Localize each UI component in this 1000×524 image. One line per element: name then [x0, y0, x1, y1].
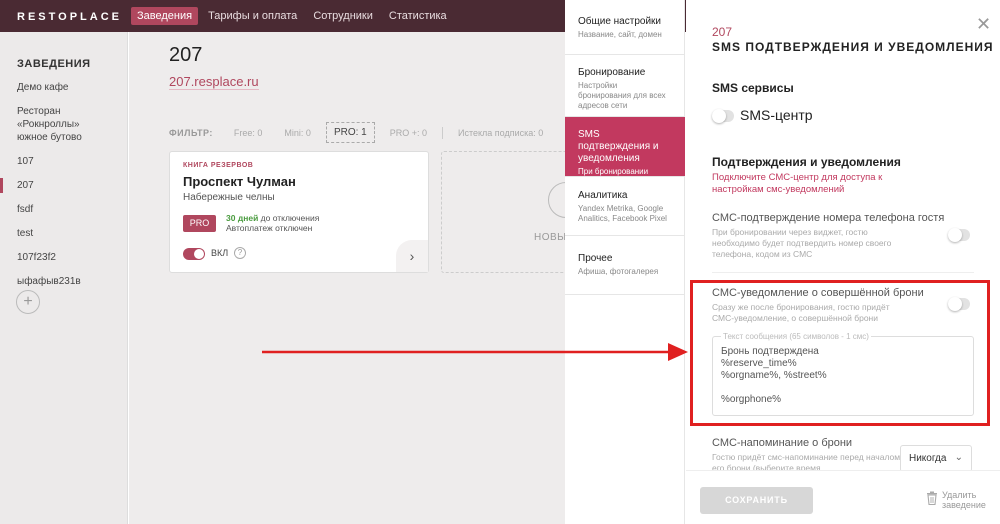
filter-pro[interactable]: PRO: 1	[325, 122, 375, 143]
card-kicker: КНИГА РЕЗЕРВОВ	[183, 162, 254, 169]
sidebar-item-venue[interactable]: 107f23f2	[17, 251, 127, 264]
nav-item-billing[interactable]: Тарифы и оплата	[202, 7, 303, 25]
filter-bar: ФИЛЬТР: Free: 0 Mini: 0 PRO: 1 PRO +: 0 …	[169, 122, 600, 143]
menu-item-sms[interactable]: SMS подтверждения и уведомления При брон…	[565, 117, 685, 177]
menu-item-subtitle: Yandex Metrika, Google Analitics, Facebo…	[578, 204, 667, 223]
autopay-status: Автоплатеж отключен	[226, 223, 313, 233]
app-logo[interactable]: RESTOPLACE	[17, 11, 122, 23]
days-left-text: 30 дней до отключения	[226, 213, 319, 223]
option-booking-notification-desc: Сразу же после бронирования, гостю придё…	[712, 302, 890, 323]
sidebar-item-venue[interactable]: fsdf	[17, 203, 127, 216]
add-new-card[interactable]: НОВЫ	[441, 151, 584, 273]
phone-confirmation-toggle[interactable]	[948, 228, 970, 242]
main-nav: Заведения Тарифы и оплата Сотрудники Ста…	[131, 7, 457, 25]
add-venue-button[interactable]: +	[16, 290, 40, 314]
sidebar-item-venue[interactable]: Демо кафе	[17, 81, 127, 94]
venue-site-link[interactable]: 207.resplace.ru	[169, 74, 259, 90]
confirmations-heading: Подтверждения и уведомления	[712, 155, 901, 169]
option-booking-notification-title: СМС-уведомление о совершённой брони	[712, 287, 924, 299]
menu-item-title: Бронирование	[578, 67, 646, 78]
message-field-legend: Текст сообщения (65 символов - 1 смс)	[721, 332, 871, 341]
chevron-down-icon: ⌄	[954, 452, 963, 463]
message-text-field[interactable]: Текст сообщения (65 символов - 1 смс) Бр…	[712, 332, 974, 416]
sidebar-heading: ЗАВЕДЕНИЯ	[17, 58, 91, 70]
venue-card[interactable]: КНИГА РЕЗЕРВОВ Проспект Чулман Набережны…	[169, 151, 429, 273]
booking-notification-toggle[interactable]	[948, 297, 970, 311]
panel-footer: СОХРАНИТЬ Удалить заведение	[686, 470, 1000, 524]
venue-main-area: 207 207.resplace.ru ФИЛЬТР: Free: 0 Mini…	[129, 32, 585, 524]
card-subtitle: Набережные челны	[183, 192, 275, 203]
filter-label: ФИЛЬТР:	[169, 127, 213, 138]
menu-item-booking[interactable]: Бронирование Настройки бронирования для …	[565, 55, 685, 117]
nav-item-statistics[interactable]: Статистика	[383, 7, 453, 25]
sms-settings-panel: ✕ 207 SMS ПОДТВЕРЖДЕНИЯ И УВЕДОМЛЕНИЯ SM…	[686, 0, 1000, 524]
reminder-time-select[interactable]: Никогда ⌄	[900, 445, 972, 472]
panel-venue-number: 207	[712, 25, 733, 39]
menu-item-title: Аналитика	[578, 190, 628, 201]
option-phone-confirmation-title: СМС-подтверждение номера телефона гостя	[712, 212, 945, 224]
divider	[712, 272, 974, 273]
menu-item-title: SMS подтверждения и уведомления	[578, 129, 659, 164]
connect-sms-warning: Подключите СМС-центр для доступа к настр…	[712, 172, 883, 195]
menu-item-subtitle: При бронировании	[578, 167, 649, 176]
menu-item-title: Прочее	[578, 253, 613, 264]
card-title: Проспект Чулман	[183, 174, 296, 189]
menu-item-other[interactable]: Прочее Афиша, фотогалерея	[565, 236, 685, 295]
panel-title: SMS ПОДТВЕРЖДЕНИЯ И УВЕДОМЛЕНИЯ	[712, 40, 994, 54]
menu-item-subtitle: Название, сайт, домен	[578, 30, 662, 39]
sidebar-item-venue[interactable]: Ресторан «Рокнроллы» южное бутово	[17, 105, 113, 144]
venues-sidebar: ЗАВЕДЕНИЯ Демо кафе Ресторан «Рокнроллы»…	[0, 32, 128, 524]
sms-center-toggle[interactable]	[712, 109, 734, 123]
venue-enabled-toggle[interactable]	[183, 248, 205, 260]
menu-item-subtitle: Настройки бронирования для всех адресов …	[578, 81, 666, 110]
sidebar-item-venue-active[interactable]: 207	[0, 178, 127, 193]
menu-item-analytics[interactable]: Аналитика Yandex Metrika, Google Analiti…	[565, 177, 685, 236]
venue-list: Демо кафе Ресторан «Рокнроллы» южное бут…	[0, 81, 127, 299]
filter-divider	[442, 126, 443, 139]
save-button[interactable]: СОХРАНИТЬ	[700, 487, 813, 514]
page-title: 207	[169, 44, 203, 66]
filter-mini[interactable]: Mini: 0	[277, 124, 318, 142]
menu-item-title: Общие настройки	[578, 16, 661, 27]
trash-icon[interactable]	[926, 491, 938, 505]
add-new-label: НОВЫ	[534, 232, 567, 243]
option-phone-confirmation-desc: При бронировании через виджет, гостю нео…	[712, 227, 892, 259]
plan-badge: PRO	[183, 215, 216, 232]
nav-item-venues[interactable]: Заведения	[131, 7, 199, 25]
sidebar-item-venue[interactable]: test	[17, 227, 127, 240]
settings-menu: Общие настройки Название, сайт, домен Бр…	[565, 0, 685, 524]
menu-item-general[interactable]: Общие настройки Название, сайт, домен	[565, 0, 685, 55]
days-left-suffix: до отключения	[258, 213, 320, 223]
message-text-value[interactable]: Бронь подтверждена %reserve_time% %orgna…	[721, 346, 967, 406]
chevron-right-icon[interactable]: ›	[396, 240, 428, 272]
sidebar-item-venue[interactable]: 107	[17, 155, 127, 168]
nav-item-staff[interactable]: Сотрудники	[307, 7, 379, 25]
filter-free[interactable]: Free: 0	[227, 124, 270, 142]
filter-expired[interactable]: Истекла подписка: 0	[451, 124, 550, 142]
days-left-count: 30 дней	[226, 213, 259, 223]
sms-services-heading: SMS сервисы	[712, 81, 794, 95]
close-icon[interactable]: ✕	[976, 14, 991, 35]
filter-pro-plus[interactable]: PRO +: 0	[383, 124, 434, 142]
option-reminder-title: СМС-напоминание о брони	[712, 437, 853, 449]
toggle-label: ВКЛ	[211, 248, 229, 258]
sidebar-item-venue[interactable]: ыфафыв231в	[17, 275, 127, 288]
delete-venue-button[interactable]: Удалить заведение	[942, 490, 994, 510]
sms-center-label: SMS-центр	[740, 107, 813, 123]
reminder-select-value: Никогда	[909, 453, 947, 464]
menu-item-subtitle: Афиша, фотогалерея	[578, 267, 659, 276]
help-icon[interactable]: ?	[234, 247, 246, 259]
